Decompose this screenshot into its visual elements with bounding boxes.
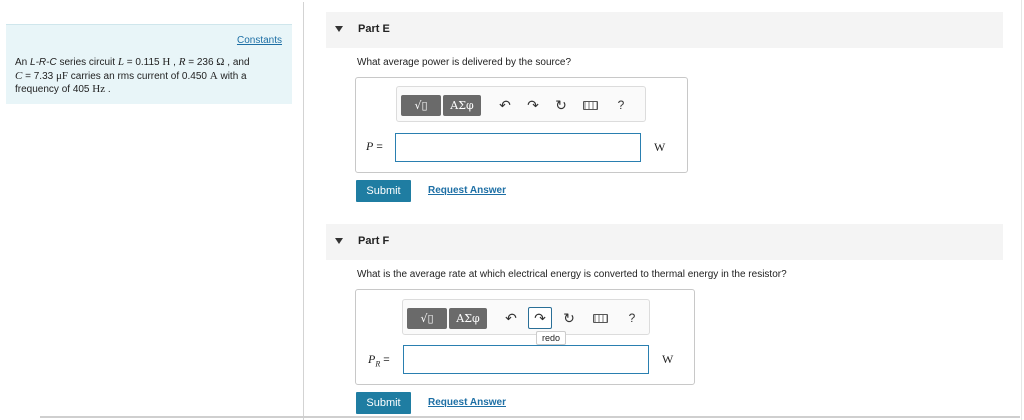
part-f-request-answer-link[interactable]: Request Answer: [428, 397, 506, 408]
redo-tooltip: redo: [536, 331, 567, 345]
part-e-question: What average power is delivered by the s…: [357, 57, 572, 68]
keyboard-icon[interactable]: [590, 308, 610, 328]
part-e-header[interactable]: Part E: [326, 12, 1003, 48]
constants-panel: Constants An L-R-C series circuit L = 0.…: [6, 24, 292, 104]
part-e-unit: W: [654, 140, 666, 154]
symbols-button[interactable]: ΑΣφ: [449, 308, 487, 329]
right-edge: [1021, 0, 1022, 420]
part-e-variable-label: P =: [366, 139, 383, 153]
part-f-title: Part F: [358, 235, 390, 247]
undo-icon[interactable]: ↶: [495, 95, 515, 115]
part-e-submit-button[interactable]: Submit: [356, 180, 411, 202]
part-e-math-toolbar: √▯ ΑΣφ ↶ ↷ ↻ ?: [396, 86, 646, 122]
templates-button[interactable]: √▯: [407, 308, 447, 329]
reset-icon[interactable]: ↻: [559, 308, 579, 328]
part-f-math-toolbar: √▯ ΑΣφ ↶ ↷ ↻ ?: [402, 299, 650, 335]
constants-link[interactable]: Constants: [237, 35, 282, 46]
symbols-button[interactable]: ΑΣφ: [443, 95, 481, 116]
help-button[interactable]: ?: [611, 95, 631, 115]
problem-statement: An L-R-C series circuit L = 0.115 H , R …: [15, 56, 250, 95]
collapse-triangle-icon[interactable]: [335, 26, 343, 32]
column-divider: [303, 2, 304, 420]
part-e-answer-input[interactable]: [395, 133, 641, 162]
collapse-triangle-icon[interactable]: [335, 238, 343, 244]
redo-icon[interactable]: ↷: [523, 95, 543, 115]
part-f-answer-input[interactable]: [403, 345, 649, 374]
part-f-submit-button[interactable]: Submit: [356, 392, 411, 414]
part-e-title: Part E: [358, 23, 390, 35]
keyboard-icon[interactable]: [580, 95, 600, 115]
part-f-answer-box: √▯ ΑΣφ ↶ ↷ ↻ ? redo PR = W: [355, 289, 695, 385]
help-button[interactable]: ?: [622, 308, 642, 328]
part-f-question: What is the average rate at which electr…: [357, 269, 787, 280]
part-e-answer-box: √▯ ΑΣφ ↶ ↷ ↻ ? P = W: [355, 77, 688, 173]
reset-icon[interactable]: ↻: [551, 95, 571, 115]
part-e-request-answer-link[interactable]: Request Answer: [428, 185, 506, 196]
undo-icon[interactable]: ↶: [501, 308, 521, 328]
part-f-variable-label: PR =: [368, 352, 390, 369]
part-f-header[interactable]: Part F: [326, 224, 1003, 260]
part-f-unit: W: [662, 352, 674, 366]
bottom-scroll-edge: [40, 416, 1020, 418]
templates-button[interactable]: √▯: [401, 95, 441, 116]
redo-icon[interactable]: ↷: [528, 307, 552, 329]
